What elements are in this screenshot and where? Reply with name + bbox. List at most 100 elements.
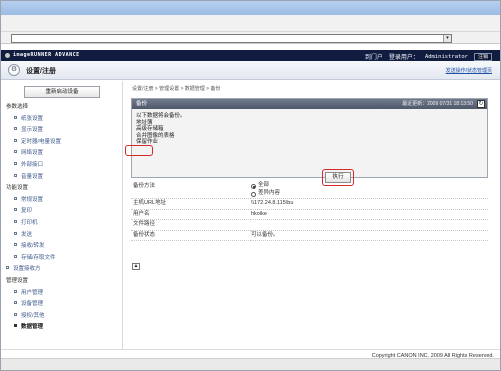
- page-header: ⚙ 设置/注册 发送操作/状态管理页: [1, 61, 500, 80]
- page-title: 设置/注册: [26, 68, 56, 75]
- bullet-icon: [14, 162, 17, 166]
- sidebar-item-label: 设备管理: [21, 301, 44, 308]
- sidebar-item-common[interactable]: 常规设置: [1, 195, 122, 207]
- browser-statusbar: [1, 358, 500, 370]
- page: imageRUNNER ADVANCE 到门户 登录用户： Administra…: [1, 45, 500, 370]
- sidebar-item-label: 网络设置: [21, 150, 44, 157]
- sidebar-item-receive[interactable]: 接收/转发: [1, 241, 122, 253]
- sidebar-item-copy[interactable]: 复印: [1, 206, 122, 218]
- method-highlight: [125, 145, 153, 156]
- bullet-icon: [14, 173, 17, 177]
- sidebar-item-store[interactable]: 存储/存取文件: [1, 253, 122, 265]
- sidebar-item-volume[interactable]: 音量设置: [1, 172, 122, 184]
- bullet-icon: [14, 138, 17, 142]
- bullet-icon: [14, 208, 17, 212]
- nav-group-preferences: 参数选择: [6, 104, 29, 110]
- bullet-icon: [14, 219, 17, 223]
- main-content: 设置/注册 > 管理设置 > 数据管理 > 备份 备份 最近更新：2009 07…: [128, 81, 498, 349]
- brand-bar: imageRUNNER ADVANCE 到门户 登录用户： Administra…: [1, 50, 500, 61]
- radio-all[interactable]: 全部: [251, 182, 488, 190]
- table-row: 用户名 hkoike: [131, 209, 488, 220]
- last-updated: 最近更新：2009 07/31 18:13:50: [402, 101, 473, 107]
- bullet-icon: [14, 231, 17, 235]
- settings-icon: ⚙: [8, 64, 20, 76]
- sidebar-item-data-management[interactable]: 数据管理: [1, 322, 122, 334]
- user-name: Administrator: [424, 53, 468, 60]
- sidebar-item-label: 复印: [21, 208, 33, 215]
- browser-titlebar: [1, 1, 500, 15]
- reboot-device-button[interactable]: 重新启动设备: [24, 86, 100, 98]
- browser-menubar: [1, 15, 500, 32]
- page-top-icon[interactable]: ▲: [132, 263, 140, 270]
- sidebar-item-label: 存储/存取文件: [21, 254, 56, 261]
- bullet-icon: [14, 115, 17, 119]
- sidebar-item-label: 授权/其他: [21, 312, 45, 319]
- radio-all-icon[interactable]: [251, 183, 256, 189]
- sidebar: 重新启动设备 参数选择 纸张设置 显示设置 定时器/电量设置 网络设置 外部接口…: [1, 81, 123, 349]
- sidebar-item-device[interactable]: 设备管理: [1, 299, 122, 311]
- canon-logo-icon: [5, 53, 10, 58]
- nav-group-management: 管理设置: [6, 277, 29, 284]
- sidebar-item-interface[interactable]: 外部接口: [1, 160, 122, 172]
- sidebar-nav: 参数选择 纸张设置 显示设置 定时器/电量设置 网络设置 外部接口 音量设置 功…: [1, 102, 122, 334]
- host-value: \\172.24.8.115\bu: [251, 198, 488, 210]
- sidebar-item-send[interactable]: 发送: [1, 230, 122, 242]
- address-dropdown-icon[interactable]: ▾: [443, 35, 451, 42]
- sidebar-item-license[interactable]: 授权/其他: [1, 311, 122, 323]
- sidebar-item-label: 用户管理: [21, 289, 44, 296]
- user-area: 到门户 登录用户： Administrator 注销: [365, 52, 492, 61]
- radio-diff-icon[interactable]: [251, 191, 256, 197]
- user-label: 用户名: [131, 209, 251, 220]
- bullet-icon: [6, 266, 9, 270]
- nav-group-functions: 功能设置: [6, 185, 29, 192]
- status-value: 可以备份。: [251, 230, 488, 241]
- panel-title: 备份: [136, 101, 148, 107]
- sidebar-item-label: 常规设置: [21, 196, 44, 203]
- panel-header: 备份 最近更新：2009 07/31 18:13:50 ↻: [132, 99, 487, 109]
- bullet-icon: [14, 301, 17, 305]
- sidebar-item-label: 数据管理: [21, 324, 44, 331]
- backup-settings-table: 备份方法 全部 差异内容 主机URL地址 \\172.24.8.115\bu 用…: [131, 182, 488, 241]
- sidebar-item-label: 外部接口: [21, 161, 44, 168]
- table-row: 文件路径: [131, 219, 488, 231]
- sidebar-item-display[interactable]: 显示设置: [1, 125, 122, 137]
- backup-description: 以下数据将会备份。 地址簿 高级存储箱 合并图像的表格 保留作业: [136, 113, 186, 146]
- bullet-icon: [14, 254, 17, 258]
- sidebar-item-destinations[interactable]: 设置接收方: [1, 264, 122, 276]
- breadcrumb: 设置/注册 > 管理设置 > 数据管理 > 备份: [132, 86, 221, 92]
- bullet-icon: [14, 196, 17, 200]
- table-row: 备份方法 全部 差异内容: [131, 182, 488, 199]
- bullet-icon: [14, 312, 17, 316]
- user-value: hkoike: [251, 209, 488, 220]
- path-label: 文件路径: [131, 219, 251, 231]
- sidebar-item-timer[interactable]: 定时器/电量设置: [1, 137, 122, 149]
- sidebar-item-label: 设置接收方: [13, 266, 41, 273]
- sidebar-item-users[interactable]: 用户管理: [1, 288, 122, 300]
- bullet-icon: [14, 150, 17, 154]
- table-row: 主机URL地址 \\172.24.8.115\bu: [131, 198, 488, 210]
- bullet-icon: [14, 127, 17, 131]
- refresh-icon[interactable]: ↻: [477, 100, 485, 108]
- product-name: imageRUNNER ADVANCE: [13, 52, 80, 58]
- execute-button[interactable]: 执行: [325, 172, 351, 183]
- sidebar-item-printer[interactable]: 打印机: [1, 218, 122, 230]
- status-monitor-link[interactable]: 发送操作/状态管理页: [446, 67, 492, 74]
- sidebar-item-label: 纸张设置: [21, 115, 44, 122]
- address-input[interactable]: ▾: [11, 34, 452, 43]
- sidebar-item-label: 接收/转发: [21, 243, 45, 250]
- backup-panel: 备份 最近更新：2009 07/31 18:13:50 ↻ 以下数据将会备份。 …: [131, 98, 488, 178]
- sidebar-item-paper[interactable]: 纸张设置: [1, 114, 122, 126]
- radio-diff[interactable]: 差异内容: [251, 190, 488, 198]
- login-user-label: 登录用户：: [388, 55, 419, 61]
- logout-button[interactable]: 注销: [473, 52, 492, 61]
- portal-link[interactable]: 到门户: [365, 52, 383, 61]
- sidebar-item-label: 显示设置: [21, 127, 44, 134]
- sidebar-item-label: 打印机: [21, 219, 38, 226]
- method-options: 全部 差异内容: [251, 182, 488, 199]
- sidebar-item-label: 发送: [21, 231, 33, 238]
- sidebar-item-network[interactable]: 网络设置: [1, 148, 122, 160]
- sidebar-item-label: 音量设置: [21, 173, 44, 180]
- bullet-icon: [14, 289, 17, 293]
- sidebar-item-label: 定时器/电量设置: [21, 138, 62, 145]
- backup-intro: 以下数据将会备份。: [136, 113, 186, 119]
